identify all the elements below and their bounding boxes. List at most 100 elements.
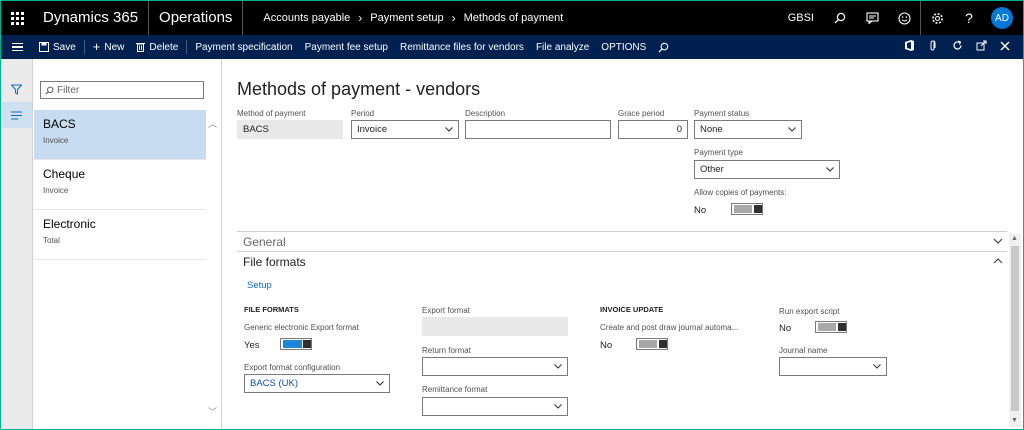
- payment-type-label: Payment type: [694, 148, 743, 157]
- list-item-subtitle: Invoice: [43, 136, 69, 145]
- module-name[interactable]: Operations: [149, 1, 244, 35]
- export-config-select[interactable]: BACS (UK): [244, 374, 390, 393]
- export-format-field: [422, 317, 568, 336]
- avatar[interactable]: AD: [991, 7, 1013, 29]
- invoice-update-group-header: INVOICE UPDATE: [600, 305, 664, 314]
- hamburger-menu-icon[interactable]: [1, 35, 33, 59]
- run-export-script-toggle[interactable]: [815, 321, 847, 333]
- list-icon[interactable]: [1, 102, 32, 128]
- app-window: Dynamics 365 Operations Accounts payable…: [0, 0, 1024, 430]
- save-button[interactable]: Save: [33, 42, 82, 53]
- open-new-icon[interactable]: [969, 40, 993, 54]
- chevron-down-icon: [873, 364, 881, 369]
- brand-name[interactable]: Dynamics 365: [33, 1, 150, 35]
- message-icon[interactable]: [856, 1, 888, 35]
- setup-link[interactable]: Setup: [247, 280, 272, 291]
- run-export-script-label: Run export script: [779, 307, 840, 316]
- allow-copies-label: Allow copies of payments:: [694, 188, 787, 197]
- payment-fee-setup-button[interactable]: Payment fee setup: [299, 42, 394, 53]
- main-scrollbar[interactable]: ▲ ▼: [1009, 234, 1021, 427]
- return-format-label: Return format: [422, 346, 471, 355]
- remittance-files-button[interactable]: Remittance files for vendors: [394, 42, 530, 53]
- breadcrumb: Accounts payable › Payment setup › Metho…: [243, 11, 563, 25]
- remittance-format-select[interactable]: [422, 397, 568, 416]
- filter-input[interactable]: Filter: [40, 81, 204, 99]
- trash-icon: [136, 43, 146, 52]
- period-label: Period: [351, 109, 375, 118]
- chevron-up-icon[interactable]: ▲: [1011, 235, 1018, 242]
- attach-icon[interactable]: [921, 40, 945, 54]
- chevron-down-icon[interactable]: ▼: [1011, 417, 1018, 424]
- gear-icon[interactable]: [921, 1, 953, 35]
- chevron-down-icon: [993, 236, 1003, 247]
- payment-specification-button[interactable]: Payment specification: [189, 42, 298, 53]
- search-icon[interactable]: [652, 42, 675, 53]
- grace-period-label: Grace period: [618, 109, 665, 118]
- filter-placeholder: Filter: [57, 84, 80, 96]
- chevron-right-icon: ›: [451, 11, 456, 25]
- refresh-icon[interactable]: [945, 40, 969, 54]
- list-item[interactable]: BACS Invoice: [34, 110, 206, 160]
- description-label: Description: [465, 109, 506, 118]
- export-config-value: BACS (UK): [250, 378, 299, 389]
- payment-type-select[interactable]: Other: [694, 160, 840, 179]
- search-icon[interactable]: [824, 1, 856, 35]
- waffle-icon[interactable]: [1, 1, 33, 35]
- top-navbar: Dynamics 365 Operations Accounts payable…: [1, 1, 1023, 35]
- grace-period-field[interactable]: 0: [618, 120, 688, 139]
- list-item[interactable]: Electronic Total: [34, 210, 206, 260]
- generic-export-label: Generic electronic Export format: [244, 323, 359, 332]
- export-config-label: Export format configuration: [244, 363, 341, 372]
- chevron-down-icon: [445, 127, 453, 132]
- allow-copies-value: No: [694, 205, 707, 216]
- create-post-value: No: [600, 340, 613, 351]
- period-value: Invoice: [357, 124, 388, 135]
- chevron-up-icon[interactable]: ︿: [208, 117, 217, 130]
- help-icon[interactable]: ?: [953, 1, 985, 35]
- breadcrumb-item[interactable]: Methods of payment: [464, 12, 564, 24]
- general-tab-title: General: [243, 235, 286, 249]
- filter-icon[interactable]: [1, 76, 32, 102]
- payment-status-label: Payment status: [694, 109, 750, 118]
- period-select[interactable]: Invoice: [351, 120, 459, 139]
- payment-status-select[interactable]: None: [694, 120, 802, 139]
- divider: [83, 40, 85, 54]
- generic-export-toggle[interactable]: [280, 338, 312, 350]
- office-icon[interactable]: [897, 40, 921, 54]
- chevron-down-icon: [826, 167, 834, 172]
- method-of-payment-label: Method of payment: [237, 109, 306, 118]
- create-post-toggle[interactable]: [636, 338, 668, 350]
- breadcrumb-item[interactable]: Accounts payable: [263, 12, 350, 24]
- list-item[interactable]: Cheque Invoice: [34, 160, 206, 210]
- create-post-label: Create and post draw journal automa...: [600, 323, 739, 332]
- remittance-format-label: Remittance format: [422, 385, 488, 394]
- payment-status-value: None: [700, 124, 723, 135]
- file-formats-fasttab[interactable]: File formats: [237, 251, 1007, 271]
- delete-button[interactable]: Delete: [130, 42, 184, 53]
- plus-icon: +: [92, 39, 101, 54]
- divider: [186, 40, 188, 54]
- breadcrumb-item[interactable]: Payment setup: [370, 12, 443, 24]
- return-format-select[interactable]: [422, 357, 568, 376]
- scrollbar-thumb[interactable]: [1011, 246, 1019, 411]
- list-item-title: Cheque: [43, 167, 86, 181]
- description-field[interactable]: [465, 120, 611, 139]
- export-format-label: Export format: [422, 306, 471, 315]
- chevron-right-icon: ›: [358, 11, 363, 25]
- journal-name-select[interactable]: [779, 357, 887, 376]
- search-icon: [45, 86, 54, 95]
- company-selector[interactable]: GBSI: [778, 12, 824, 24]
- file-formats-group-header: FILE FORMATS: [244, 305, 299, 314]
- detail-pane: Methods of payment - vendors Method of p…: [223, 59, 1023, 429]
- close-icon[interactable]: [993, 41, 1017, 54]
- new-button[interactable]: + New: [87, 39, 131, 54]
- general-fasttab[interactable]: General: [237, 231, 1007, 251]
- list-item-subtitle: Total: [43, 236, 60, 245]
- chevron-down-icon[interactable]: ﹀: [208, 405, 217, 418]
- allow-copies-toggle[interactable]: [731, 203, 763, 215]
- list-scrollbar[interactable]: ︿ ﹀: [206, 109, 220, 427]
- options-tab[interactable]: OPTIONS: [595, 42, 652, 53]
- page-title: Methods of payment - vendors: [237, 79, 481, 99]
- file-analyze-button[interactable]: File analyze: [530, 42, 595, 53]
- smiley-icon[interactable]: [888, 1, 920, 35]
